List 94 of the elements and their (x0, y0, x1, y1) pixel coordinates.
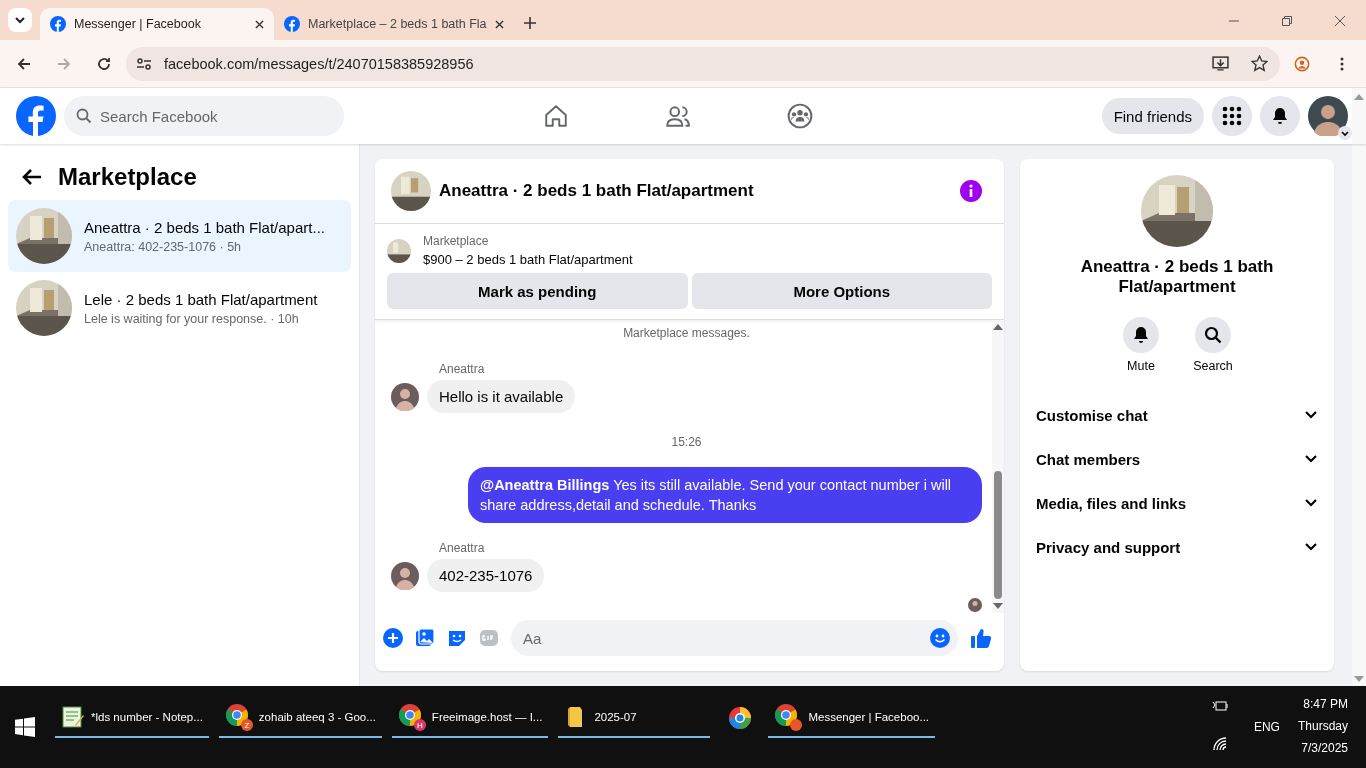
message-field[interactable]: Aa (511, 620, 958, 656)
chevron-icon (1304, 542, 1318, 552)
friends-icon[interactable] (665, 103, 691, 129)
taskbar-item[interactable]: H Freeimage.host — I... (391, 698, 549, 738)
thumbs-up-icon[interactable] (970, 627, 992, 649)
avatar-icon (391, 561, 419, 590)
read-receipt-icon (968, 598, 982, 612)
avatar-icon[interactable] (1308, 96, 1348, 136)
chat-item[interactable]: Aneattra · 2 beds 1 bath Flat/apart... Aneattra: 402-235-1076 · 5h (8, 200, 351, 272)
close-icon[interactable] (494, 19, 504, 29)
chevron-icon (1304, 454, 1318, 464)
clock-day: Thursday (1297, 719, 1348, 733)
sender-name: Aneattra (439, 541, 486, 555)
back-icon[interactable] (22, 168, 42, 186)
listing-action-button[interactable]: More Options (691, 273, 992, 309)
notepad-icon (61, 705, 85, 729)
scrollbar-thumb[interactable] (994, 471, 1002, 599)
taskbar-item[interactable]: *lds number - Notep... (55, 698, 209, 738)
listing-label: Marketplace (423, 234, 490, 248)
search-field[interactable]: Search Facebook (64, 96, 344, 136)
facebook-logo-icon[interactable] (16, 96, 56, 136)
sender-name: Aneattra (439, 362, 486, 376)
chat-preview: Aneattra: 402-235-1076 · 5h (84, 239, 243, 254)
section-row[interactable]: Media, files and links (1036, 481, 1318, 525)
listing-action-button[interactable]: Mark as pending (387, 273, 688, 309)
taskbar-item[interactable]: Z zohaib ateeq 3 - Goo... (218, 698, 382, 738)
tab-search-button[interactable] (8, 8, 32, 32)
facebook-logo-icon (50, 16, 66, 32)
address-bar[interactable]: facebook.com/messages/t/24070158385928956 (126, 46, 1280, 81)
chevron-icon (1304, 498, 1318, 508)
browser-tab[interactable]: Messenger | Facebook (40, 8, 274, 40)
close-icon[interactable] (1335, 16, 1345, 26)
new-tab-icon[interactable] (523, 17, 536, 29)
groups-icon[interactable] (787, 103, 813, 129)
notifications-button[interactable] (1260, 96, 1300, 136)
scroll-down-icon[interactable] (993, 603, 1003, 609)
chat-preview: Lele is waiting for your response. · 10h (84, 311, 300, 326)
search-icon (1204, 326, 1222, 344)
wifi-icon (1211, 736, 1228, 752)
message-bubble: @Aneattra Billings Yes its still available. Send your contact number i will share address,detail and schedule. Thanks (468, 467, 982, 523)
clock-time: 8:47 PM (1303, 697, 1348, 711)
chat-name: Aneattra · 2 beds 1 bath Flat/apartment (1079, 257, 1275, 297)
facebook-logo-icon (284, 16, 300, 32)
chat-title: Aneattra · 2 beds 1 bath Flat/apartment (439, 181, 754, 201)
notice-text: Marketplace messages. (622, 326, 751, 340)
search-icon (76, 108, 92, 124)
chat-action-button[interactable] (1195, 317, 1231, 353)
sticker-icon[interactable] (447, 628, 467, 648)
chrome-icon (774, 703, 799, 727)
scroll-up-icon[interactable] (1354, 94, 1364, 100)
scroll-up-icon[interactable] (993, 324, 1003, 330)
taskbar-item[interactable]: 2025-07 (558, 698, 711, 738)
site-settings-icon (136, 55, 152, 72)
info-icon[interactable] (960, 180, 982, 202)
restore-icon[interactable] (1282, 16, 1292, 26)
message-bubble: Hello is it available (427, 380, 576, 413)
install-icon[interactable] (1212, 55, 1229, 72)
section-row[interactable]: Customise chat (1036, 393, 1318, 437)
chat-title: Lele · 2 beds 1 bath Flat/apartment (84, 290, 318, 308)
home-icon[interactable] (543, 103, 569, 129)
section-row[interactable]: Chat members (1036, 437, 1318, 481)
taskbar-item[interactable]: Messenger | Faceboo... (768, 698, 936, 738)
app-icon (728, 706, 753, 730)
timestamp: 15:26 (670, 435, 703, 449)
chevron-down-icon (14, 16, 26, 24)
menu-button[interactable] (1212, 96, 1252, 136)
chat-title: Aneattra · 2 beds 1 bath Flat/apart... (84, 218, 325, 236)
close-icon[interactable] (255, 19, 264, 29)
browser-tab[interactable]: Marketplace – 2 beds 1 bath Fla (274, 8, 514, 40)
section-row[interactable]: Privacy and support (1036, 525, 1318, 569)
find-friends-button[interactable]: Find friends (1101, 98, 1204, 134)
emoji-icon[interactable] (930, 628, 950, 648)
chevron-icon (1304, 410, 1318, 420)
message-bubble: 402-235-1076 (427, 559, 545, 592)
action-label: Search (1193, 359, 1233, 373)
clock-date: 7/3/2025 (1301, 741, 1348, 755)
language-indicator[interactable]: ENG (1253, 720, 1280, 734)
chrome-icon (397, 703, 422, 727)
photo-icon[interactable] (415, 628, 435, 648)
action-label: Mute (1127, 359, 1155, 373)
grid-icon (1222, 106, 1242, 126)
sidebar-title: Marketplace (58, 163, 197, 191)
bell-icon (1132, 326, 1150, 344)
chat-item[interactable]: Lele · 2 beds 1 bath Flat/apartment Lele is waiting for your response. · 10h (8, 272, 351, 344)
chat-action-button[interactable] (1123, 317, 1159, 353)
listing-title: $900 – 2 beds 1 bath Flat/apartment (423, 252, 633, 267)
star-icon[interactable] (1251, 55, 1268, 72)
windows-start-icon[interactable] (15, 717, 35, 737)
avatar-icon (391, 382, 419, 411)
scroll-down-icon[interactable] (1354, 676, 1364, 682)
bell-icon (1271, 107, 1289, 125)
chrome-icon (224, 703, 249, 727)
chevron-down-icon[interactable] (1338, 126, 1352, 140)
plus-icon[interactable] (383, 628, 403, 648)
